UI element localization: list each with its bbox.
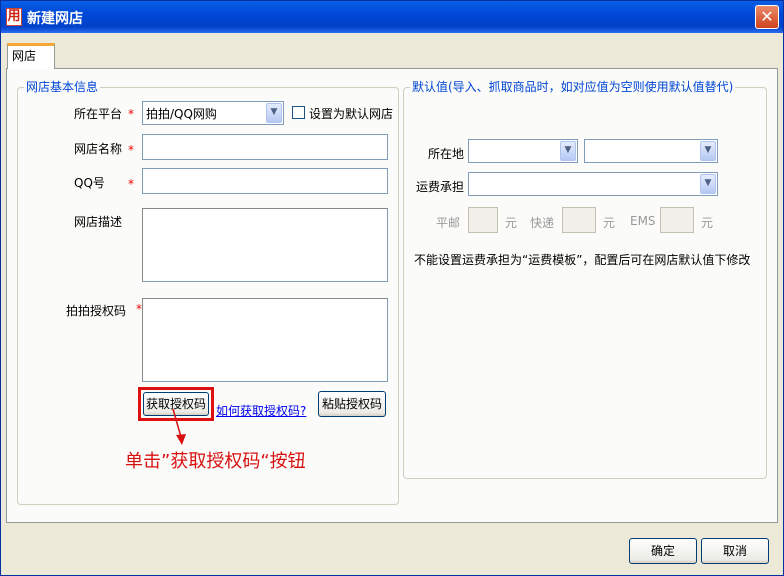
chevron-down-icon[interactable]: ▼ <box>560 141 576 161</box>
annotation-arrow <box>172 408 186 445</box>
location-province-select[interactable]: ▼ <box>468 139 578 163</box>
tab-panel: 网店基本信息 所在平台 * 拍拍/QQ网购 ▼ 设置为默认网店 网店名称 * Q… <box>6 68 778 523</box>
pingyou-input <box>468 207 498 233</box>
defaults-group: 默认值(导入、抓取商品时，如对应值为空则使用默认值替代) 所在地 ▼ ▼ 运费承… <box>403 80 767 479</box>
how-to-get-auth-link[interactable]: 如何获取授权码? <box>216 402 306 419</box>
express-unit: 元 <box>603 216 616 230</box>
chevron-down-icon[interactable]: ▼ <box>700 141 716 161</box>
paste-auth-code-button[interactable]: 粘贴授权码 <box>318 391 386 417</box>
shipping-select[interactable]: ▼ <box>468 172 718 196</box>
tab-shop[interactable]: 网店 <box>7 43 55 69</box>
platform-select[interactable]: 拍拍/QQ网购 ▼ <box>142 101 284 125</box>
basic-info-legend: 网店基本信息 <box>24 80 101 94</box>
qq-label: QQ号 <box>74 176 105 190</box>
qq-required-mark: * <box>128 177 134 191</box>
shop-desc-label: 网店描述 <box>74 215 123 229</box>
default-shop-checkbox[interactable] <box>292 106 305 119</box>
ems-label: EMS <box>630 214 656 228</box>
shop-name-required-mark: * <box>128 143 134 157</box>
platform-required-mark: * <box>128 107 134 121</box>
defaults-legend: 默认值(导入、抓取商品时，如对应值为空则使用默认值替代) <box>410 80 736 94</box>
location-label: 所在地 <box>428 147 465 161</box>
new-shop-dialog: 用 新建网店 ✕ 网店 网店基本信息 所在平台 * 拍拍/QQ网购 ▼ 设置为默… <box>0 0 784 576</box>
qq-input[interactable] <box>142 168 388 194</box>
platform-select-value: 拍拍/QQ网购 <box>146 107 217 121</box>
app-icon: 用 <box>6 8 22 26</box>
default-shop-label[interactable]: 设置为默认网店 <box>309 105 393 122</box>
chevron-down-icon[interactable]: ▼ <box>700 174 716 194</box>
ems-input <box>660 207 694 233</box>
shipping-label: 运费承担 <box>416 180 465 194</box>
shipping-note: 不能设置运费承担为“运费模板”，配置后可在网店默认值下修改 <box>414 253 751 267</box>
shop-name-label: 网店名称 <box>74 142 123 156</box>
title-bar[interactable]: 用 新建网店 ✕ <box>1 1 783 33</box>
annotation-text: 单击”获取授权码“按钮 <box>125 451 306 472</box>
shop-name-input[interactable] <box>142 134 388 160</box>
express-label: 快递 <box>530 216 555 230</box>
pingyou-label: 平邮 <box>436 216 461 230</box>
chevron-down-icon[interactable]: ▼ <box>266 103 282 123</box>
auth-code-label: 拍拍授权码 <box>66 304 127 318</box>
cancel-button[interactable]: 取消 <box>701 538 769 564</box>
platform-label: 所在平台 <box>74 107 123 121</box>
close-icon[interactable]: ✕ <box>755 5 779 29</box>
location-city-select[interactable]: ▼ <box>584 139 718 163</box>
basic-info-group: 网店基本信息 所在平台 * 拍拍/QQ网购 ▼ 设置为默认网店 网店名称 * Q… <box>17 80 399 505</box>
ems-unit: 元 <box>701 216 714 230</box>
window-title: 新建网店 <box>27 11 83 27</box>
auth-code-textarea[interactable] <box>142 298 388 382</box>
ok-button[interactable]: 确定 <box>629 538 697 564</box>
pingyou-unit: 元 <box>505 216 518 230</box>
shop-desc-textarea[interactable] <box>142 208 388 282</box>
express-input <box>562 207 596 233</box>
